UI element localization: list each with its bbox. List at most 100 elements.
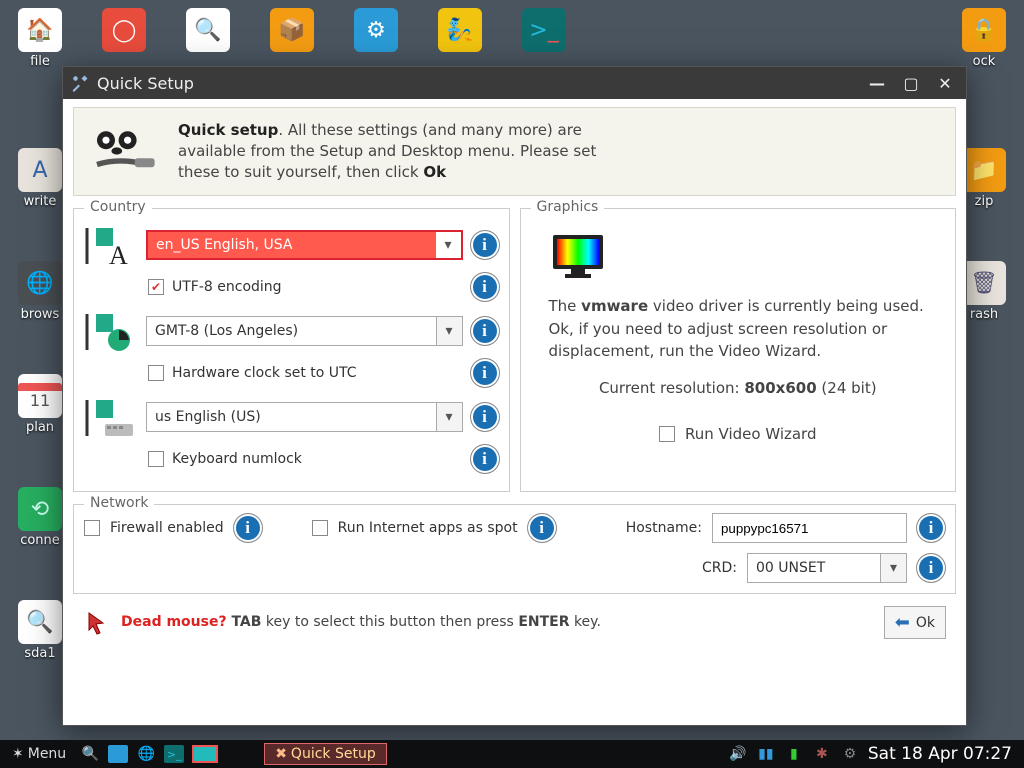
desktop-icon-disk[interactable]: 🔍 bbox=[180, 8, 236, 69]
globe-icon: 🌐 bbox=[18, 261, 62, 305]
hwclock-checkbox[interactable] bbox=[148, 365, 164, 381]
wrench-icon bbox=[71, 74, 89, 92]
quick-setup-window: Quick Setup — ▢ ✕ Quick setup. All these… bbox=[62, 66, 967, 726]
mascot-icon bbox=[88, 120, 160, 182]
trash-icon: 🗑 bbox=[962, 261, 1006, 305]
keyboard-flag-icon bbox=[84, 395, 138, 439]
timezone-select[interactable]: GMT-8 (Los Angeles) ▾ bbox=[146, 316, 463, 346]
chevron-down-icon: ▾ bbox=[435, 232, 461, 258]
firewall-info-button[interactable]: i bbox=[234, 514, 262, 542]
tb-volume-icon[interactable]: 🔊 bbox=[728, 745, 748, 763]
keyboard-select[interactable]: us English (US) ▾ bbox=[146, 402, 463, 432]
crd-info-button[interactable]: i bbox=[917, 554, 945, 582]
calendar-icon: 11 bbox=[18, 374, 62, 418]
tb-desktop-icon[interactable] bbox=[108, 745, 128, 763]
numlock-checkbox[interactable] bbox=[148, 451, 164, 467]
lifebuoy-icon: ◯ bbox=[102, 8, 146, 52]
svg-text:A: A bbox=[109, 241, 128, 266]
chevron-down-icon: ▾ bbox=[436, 403, 462, 431]
footer-text: Dead mouse? TAB key to select this butto… bbox=[121, 613, 874, 632]
keyboard-info-button[interactable]: i bbox=[471, 403, 499, 431]
numlock-label: Keyboard numlock bbox=[172, 451, 302, 467]
hostname-info-button[interactable]: i bbox=[917, 514, 945, 542]
crd-value: 00 UNSET bbox=[756, 560, 825, 576]
spot-label: Run Internet apps as spot bbox=[338, 520, 518, 536]
desktop-icon-setup[interactable]: ⚙ bbox=[348, 8, 404, 69]
write-icon: A bbox=[18, 148, 62, 192]
utf8-label: UTF-8 encoding bbox=[172, 279, 282, 295]
terminal-icon: >_ bbox=[522, 8, 566, 52]
maximize-button[interactable]: ▢ bbox=[898, 72, 924, 94]
lock-icon: 🔒 bbox=[962, 8, 1006, 52]
crd-label: CRD: bbox=[702, 560, 737, 576]
gear-icon: ⚙ bbox=[354, 8, 398, 52]
hostname-input[interactable] bbox=[712, 513, 907, 543]
desktop-icon-plan[interactable]: 11plan bbox=[12, 374, 68, 435]
utf8-info-button[interactable]: i bbox=[471, 273, 499, 301]
chevron-down-icon: ▾ bbox=[880, 554, 906, 582]
desktop-icon-terminal[interactable]: >_ bbox=[516, 8, 572, 69]
window-content: Quick setup. All these settings (and man… bbox=[63, 99, 966, 725]
video-wizard-label: Run Video Wizard bbox=[685, 423, 816, 446]
folder-icon: 📁 bbox=[962, 148, 1006, 192]
wrench-icon: ✖ bbox=[275, 746, 287, 762]
hwclock-label: Hardware clock set to UTC bbox=[172, 365, 357, 381]
desktop-icon-browse[interactable]: 🌐brows bbox=[12, 261, 68, 322]
desktop-icon-write[interactable]: Awrite bbox=[12, 148, 68, 209]
desktop-icon-help[interactable]: ◯ bbox=[96, 8, 152, 69]
timezone-info-button[interactable]: i bbox=[471, 317, 499, 345]
minimize-button[interactable]: — bbox=[864, 72, 890, 94]
locale-info-button[interactable]: i bbox=[471, 231, 499, 259]
desktop-icon-sda1[interactable]: 🔍sda1 bbox=[12, 600, 68, 661]
locale-value: en_US English, USA bbox=[156, 237, 293, 253]
desktop-icon-lamp[interactable]: 🧞 bbox=[432, 8, 488, 69]
timezone-flag-icon bbox=[84, 309, 138, 353]
resolution-text: Current resolution: 800x600 (24 bit) bbox=[549, 377, 928, 400]
lamp-icon: 🧞 bbox=[438, 8, 482, 52]
video-wizard-checkbox[interactable] bbox=[659, 426, 675, 442]
desktop-icon-connect[interactable]: ⟲conne bbox=[12, 487, 68, 548]
intro-panel: Quick setup. All these settings (and man… bbox=[73, 107, 956, 196]
footer: Dead mouse? TAB key to select this butto… bbox=[73, 600, 956, 647]
tb-gear-icon[interactable]: ⚙ bbox=[840, 745, 860, 763]
crd-select[interactable]: 00 UNSET ▾ bbox=[747, 553, 907, 583]
tb-network-icon[interactable]: ▮▮ bbox=[756, 745, 776, 763]
package-icon: 📦 bbox=[270, 8, 314, 52]
desktop-icon-lock[interactable]: 🔒 ock bbox=[956, 8, 1012, 69]
tb-shield-icon[interactable]: ✱ bbox=[812, 745, 832, 763]
intro-text: Quick setup. All these settings (and man… bbox=[178, 120, 598, 183]
spot-info-button[interactable]: i bbox=[528, 514, 556, 542]
home-icon: 🏠 bbox=[18, 8, 62, 52]
spot-checkbox[interactable] bbox=[312, 520, 328, 536]
hwclock-info-button[interactable]: i bbox=[471, 359, 499, 387]
firewall-checkbox[interactable] bbox=[84, 520, 100, 536]
tb-globe-icon[interactable]: 🌐 bbox=[136, 745, 156, 763]
desktop-icon-file[interactable]: 🏠 file bbox=[12, 8, 68, 69]
network-legend: Network bbox=[84, 495, 154, 511]
taskbar: ✶ Menu 🔍 🌐 >_ ✖ Quick Setup 🔊 ▮▮ ▮ ✱ ⚙ S… bbox=[0, 740, 1024, 768]
tb-terminal-icon[interactable]: >_ bbox=[164, 745, 184, 763]
graphics-text: The vmware video driver is currently bei… bbox=[549, 295, 928, 363]
locale-flag-icon: A bbox=[84, 223, 138, 267]
tb-search-icon[interactable]: 🔍 bbox=[80, 745, 100, 763]
taskbar-active-window[interactable]: ✖ Quick Setup bbox=[264, 743, 387, 765]
firewall-label: Firewall enabled bbox=[110, 520, 224, 536]
menu-button[interactable]: ✶ Menu bbox=[6, 743, 72, 765]
titlebar[interactable]: Quick Setup — ▢ ✕ bbox=[63, 67, 966, 99]
close-button[interactable]: ✕ bbox=[932, 72, 958, 94]
paw-icon: ✶ bbox=[12, 746, 24, 762]
tb-battery-icon[interactable]: ▮ bbox=[784, 745, 804, 763]
utf8-checkbox[interactable] bbox=[148, 279, 164, 295]
numlock-info-button[interactable]: i bbox=[471, 445, 499, 473]
locale-select[interactable]: en_US English, USA ▾ bbox=[146, 230, 463, 260]
disk-icon: 🔍 bbox=[186, 8, 230, 52]
country-legend: Country bbox=[84, 199, 152, 215]
graphics-legend: Graphics bbox=[531, 199, 605, 215]
monitor-icon bbox=[551, 233, 609, 281]
keyboard-value: us English (US) bbox=[155, 409, 261, 425]
tb-window-thumb[interactable] bbox=[192, 745, 218, 763]
ok-button[interactable]: ⬅ Ok bbox=[884, 606, 946, 639]
country-fieldset: Country A en_US English, USA ▾ i UTF-8 e… bbox=[73, 208, 510, 492]
desktop-icon-package[interactable]: 📦 bbox=[264, 8, 320, 69]
chevron-down-icon: ▾ bbox=[436, 317, 462, 345]
